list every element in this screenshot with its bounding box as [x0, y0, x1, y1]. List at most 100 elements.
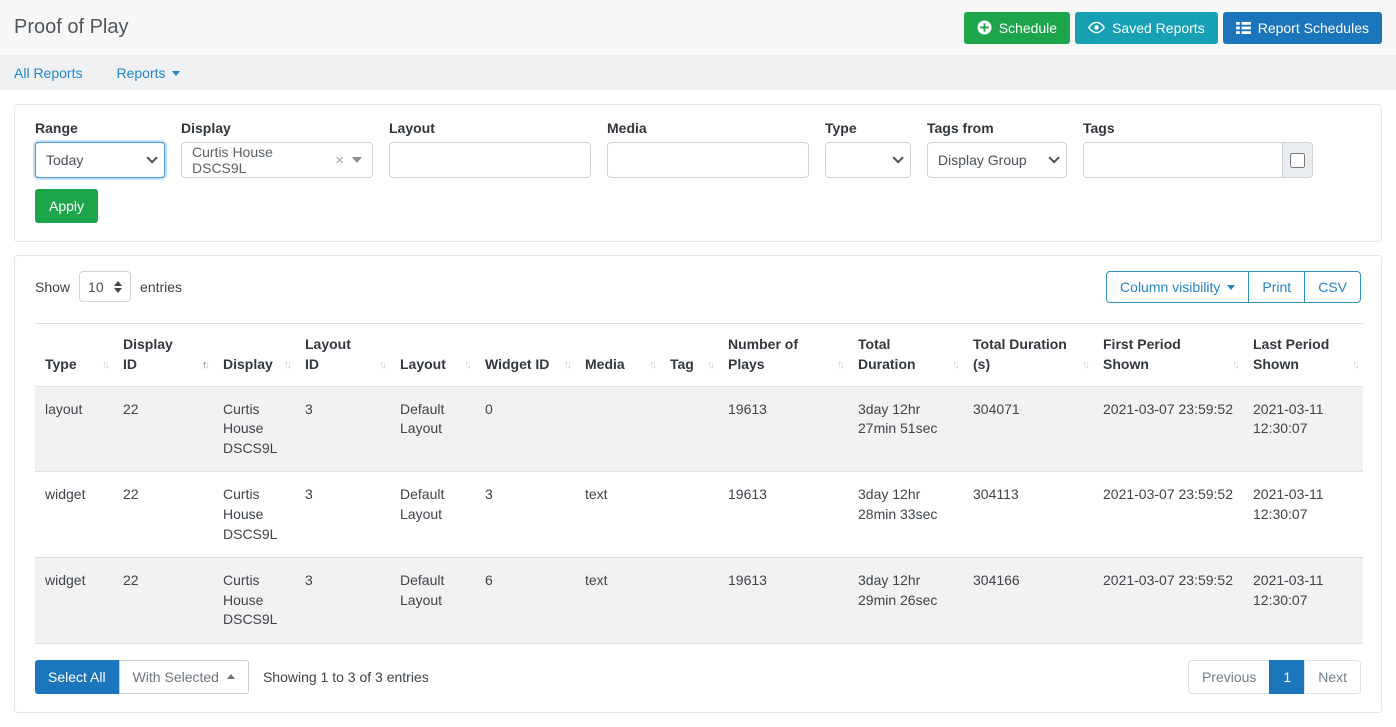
entries-label: entries: [140, 279, 182, 295]
sort-icon: ↑↓: [649, 358, 654, 374]
tags-from-select[interactable]: Display Group: [927, 142, 1067, 178]
table-cell: 3day 12hr 28min 33sec: [848, 472, 963, 558]
column-header-total-duration[interactable]: Total Duration↑↓: [848, 324, 963, 387]
sort-icon: ↑↓: [284, 358, 289, 374]
display-field: Display Curtis House DSCS9L ×: [181, 120, 373, 178]
tags-field: Tags: [1083, 120, 1313, 178]
table-cell: 304071: [963, 386, 1093, 472]
print-button[interactable]: Print: [1248, 271, 1305, 303]
layout-input[interactable]: [389, 142, 591, 178]
page-1-button[interactable]: 1: [1269, 660, 1305, 694]
pagination: Previous 1 Next: [1188, 660, 1361, 694]
layout-label: Layout: [389, 120, 591, 136]
plus-circle-icon: [977, 20, 992, 35]
show-entries-control: Show 10 entries: [35, 271, 182, 302]
column-header-display[interactable]: Display↑↓: [213, 324, 295, 387]
sort-icon: ↑↓: [952, 358, 957, 374]
table-cell: 19613: [718, 558, 848, 644]
range-select[interactable]: Today: [35, 142, 165, 178]
column-header-type[interactable]: Type↑↓: [35, 324, 113, 387]
table-cell: [660, 558, 718, 644]
table-cell: Curtis House DSCS9L: [213, 558, 295, 644]
select-all-button[interactable]: Select All: [35, 660, 119, 694]
header-actions: Schedule Saved Reports Report Schedules: [964, 12, 1382, 44]
nav-reports-dropdown[interactable]: Reports: [116, 65, 179, 81]
column-header-layout-id[interactable]: Layout ID↑↓: [295, 324, 390, 387]
apply-button[interactable]: Apply: [35, 189, 98, 223]
chevron-up-icon: [227, 674, 235, 679]
table-header-row: Type↑↓Display ID↑↓Display↑↓Layout ID↑↓La…: [35, 324, 1363, 387]
table-cell: Curtis House DSCS9L: [213, 472, 295, 558]
column-header-media[interactable]: Media↑↓: [575, 324, 660, 387]
tags-label: Tags: [1083, 120, 1313, 136]
table-cell: 304166: [963, 558, 1093, 644]
table-cell: 22: [113, 558, 213, 644]
media-input[interactable]: [607, 142, 809, 178]
sort-icon: ↑↓: [1352, 358, 1357, 374]
tags-checkbox-addon: [1282, 142, 1313, 178]
previous-page-button[interactable]: Previous: [1188, 660, 1270, 694]
show-label: Show: [35, 279, 70, 295]
sort-icon: ↑↓: [379, 358, 384, 374]
csv-button[interactable]: CSV: [1304, 271, 1361, 303]
column-header-widget-id[interactable]: Widget ID↑↓: [475, 324, 575, 387]
saved-reports-button[interactable]: Saved Reports: [1075, 12, 1218, 44]
page-header: Proof of Play Schedule Saved Reports Rep…: [0, 0, 1396, 56]
table-cell: widget: [35, 472, 113, 558]
eye-icon: [1088, 21, 1105, 34]
column-header-tag[interactable]: Tag↑↓: [660, 324, 718, 387]
table-row[interactable]: layout22Curtis House DSCS9L3Default Layo…: [35, 386, 1363, 472]
display-select[interactable]: Curtis House DSCS9L ×: [181, 142, 373, 178]
table-cell: 3: [295, 386, 390, 472]
table-cell: [660, 386, 718, 472]
type-label: Type: [825, 120, 911, 136]
showing-entries-text: Showing 1 to 3 of 3 entries: [263, 669, 429, 685]
next-page-button[interactable]: Next: [1304, 660, 1361, 694]
table-cell: 2021-03-11 12:30:07: [1243, 558, 1363, 644]
report-nav-bar: All Reports Reports: [0, 56, 1396, 90]
tags-input[interactable]: [1083, 142, 1282, 178]
range-label: Range: [35, 120, 165, 136]
chevron-down-icon: [352, 157, 362, 163]
table-row[interactable]: widget22Curtis House DSCS9L3Default Layo…: [35, 558, 1363, 644]
tags-exact-match-checkbox[interactable]: [1290, 153, 1305, 168]
chevron-down-icon: [172, 71, 180, 76]
column-visibility-button[interactable]: Column visibility: [1106, 271, 1249, 303]
table-cell: 3: [295, 472, 390, 558]
column-header-total-duration-s-[interactable]: Total Duration (s)↑↓: [963, 324, 1093, 387]
table-cell: 22: [113, 386, 213, 472]
table-cell: [575, 386, 660, 472]
media-label: Media: [607, 120, 809, 136]
chevron-down-icon: [1227, 285, 1235, 290]
schedule-button[interactable]: Schedule: [964, 12, 1070, 44]
nav-all-reports[interactable]: All Reports: [14, 65, 82, 81]
column-header-last-period-shown[interactable]: Last Period Shown↑↓: [1243, 324, 1363, 387]
column-header-first-period-shown[interactable]: First Period Shown↑↓: [1093, 324, 1243, 387]
range-field: Range Today: [35, 120, 165, 178]
type-field: Type: [825, 120, 911, 178]
table-cell: 19613: [718, 472, 848, 558]
filter-panel: Range Today Display Curtis House DSCS9L …: [14, 104, 1382, 242]
table-row[interactable]: widget22Curtis House DSCS9L3Default Layo…: [35, 472, 1363, 558]
list-icon: [1236, 21, 1251, 34]
table-cell: 0: [475, 386, 575, 472]
sort-icon: ↑↓: [564, 358, 569, 374]
report-schedules-button[interactable]: Report Schedules: [1223, 12, 1382, 44]
column-header-display-id[interactable]: Display ID↑↓: [113, 324, 213, 387]
sort-icon: ↑↓: [707, 358, 712, 374]
table-cell: Default Layout: [390, 558, 475, 644]
tags-from-label: Tags from: [927, 120, 1067, 136]
report-table-panel: Show 10 entries Column visibility Print …: [14, 255, 1382, 713]
sort-icon: ↑↓: [202, 358, 207, 374]
entries-per-page-select[interactable]: 10: [79, 271, 131, 302]
chevron-down-icon: [892, 152, 903, 163]
table-cell: 3day 12hr 27min 51sec: [848, 386, 963, 472]
column-header-layout[interactable]: Layout↑↓: [390, 324, 475, 387]
table-cell: 304113: [963, 472, 1093, 558]
with-selected-button[interactable]: With Selected: [119, 660, 249, 694]
export-button-group: Column visibility Print CSV: [1106, 271, 1361, 303]
table-cell: Curtis House DSCS9L: [213, 386, 295, 472]
type-select[interactable]: [825, 142, 911, 178]
remove-selection-icon[interactable]: ×: [335, 152, 344, 169]
column-header-number-of-plays[interactable]: Number of Plays↑↓: [718, 324, 848, 387]
